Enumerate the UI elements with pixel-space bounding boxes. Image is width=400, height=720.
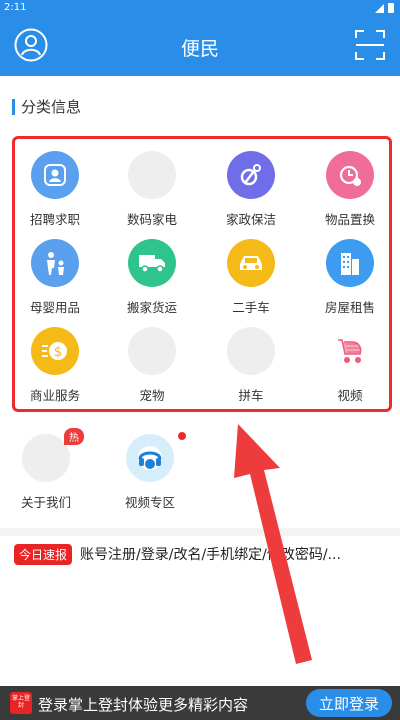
status-icons xyxy=(375,3,394,13)
category-item[interactable]: 宠物 xyxy=(112,321,192,407)
category-label: 物品置换 xyxy=(324,212,375,227)
category-item[interactable]: 房屋租售 xyxy=(310,233,390,319)
category-label: 数码家电 xyxy=(126,212,177,227)
battery-icon xyxy=(388,3,394,13)
category-item[interactable]: $ 商业服务 xyxy=(15,321,95,407)
extra-label: 关于我们 xyxy=(20,495,71,510)
category-item[interactable]: 拼车 xyxy=(211,321,291,407)
app-logo: 掌上登封 xyxy=(10,692,32,714)
news-tag: 今日速报 xyxy=(14,543,73,565)
category-item[interactable]: 数码家电 xyxy=(112,145,192,231)
about-us-item[interactable]: 热 关于我们 xyxy=(6,428,86,520)
category-label: 搬家货运 xyxy=(126,300,177,315)
placeholder-icon xyxy=(227,327,275,375)
extra-label: 视频专区 xyxy=(124,495,175,510)
category-item[interactable]: 物品置换 xyxy=(310,145,390,231)
login-button[interactable]: 立即登录 xyxy=(306,689,392,717)
page-title: 便民 xyxy=(180,38,219,60)
category-item[interactable]: 母婴用品 xyxy=(15,233,95,319)
category-item[interactable]: 家政保洁 xyxy=(211,145,291,231)
coin-icon: $ xyxy=(31,327,79,375)
status-time: 2:11 xyxy=(4,2,27,13)
exchange-icon xyxy=(326,151,374,199)
category-label: 招聘求职 xyxy=(29,212,80,227)
category-item[interactable]: 招聘求职 xyxy=(15,145,95,231)
login-prompt: 登录掌上登封体验更多精彩内容 xyxy=(38,696,249,714)
login-banner: 掌上登封 登录掌上登封体验更多精彩内容 立即登录 xyxy=(0,686,400,720)
scan-icon[interactable] xyxy=(354,28,386,62)
main-content: 分类信息 招聘求职 数码家电 家政保洁 物品置换 母婴用品 搬家货运 二手车 房… xyxy=(0,76,400,686)
category-grid: 招聘求职 数码家电 家政保洁 物品置换 母婴用品 搬家货运 二手车 房屋租售 $… xyxy=(12,136,392,412)
category-item[interactable]: 二手车 xyxy=(211,233,291,319)
notification-dot xyxy=(178,432,186,440)
hot-badge: 热 xyxy=(64,428,84,445)
category-label: 房屋租售 xyxy=(324,300,375,315)
cleaning-icon xyxy=(227,151,275,199)
used-car-icon xyxy=(227,239,275,287)
headset-icon xyxy=(126,434,174,482)
category-label: 宠物 xyxy=(139,388,165,403)
building-icon xyxy=(326,239,374,287)
video-zone-item[interactable]: 视频专区 xyxy=(110,432,190,520)
placeholder-icon xyxy=(22,434,70,482)
placeholder-icon xyxy=(128,151,176,199)
news-text[interactable]: 账号注册/登录/改名/手机绑定/修改密码/... xyxy=(80,544,370,564)
svg-text:$: $ xyxy=(54,345,62,360)
category-label: 二手车 xyxy=(232,300,270,315)
category-label: 视频 xyxy=(337,388,363,403)
app-bar: 便民 xyxy=(0,16,400,76)
category-label: 家政保洁 xyxy=(225,212,276,227)
section-accent-bar xyxy=(12,98,15,115)
category-label: 母婴用品 xyxy=(29,300,80,315)
status-bar: 2:11 xyxy=(0,0,400,16)
moving-truck-icon xyxy=(128,239,176,287)
job-icon xyxy=(31,151,79,199)
mother-baby-icon xyxy=(31,239,79,287)
signal-icon xyxy=(375,3,384,13)
stroller-icon xyxy=(326,327,374,375)
category-label: 拼车 xyxy=(238,388,264,403)
category-label: 商业服务 xyxy=(29,388,80,403)
placeholder-icon xyxy=(128,327,176,375)
category-item[interactable]: 视频 xyxy=(310,321,390,407)
news-ticker[interactable]: 今日速报 账号注册/登录/改名/手机绑定/修改密码/... xyxy=(0,528,400,572)
section-title-text: 分类信息 xyxy=(21,98,82,116)
category-item[interactable]: 搬家货运 xyxy=(112,233,192,319)
section-title: 分类信息 xyxy=(12,96,81,117)
